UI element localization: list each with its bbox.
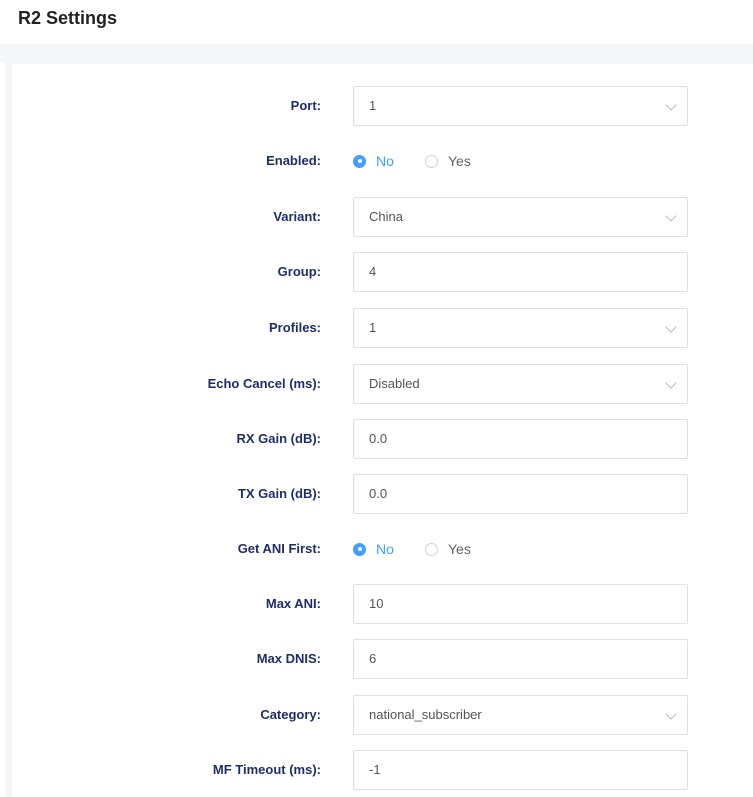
get-ani-first-radio-no-label: No bbox=[376, 541, 394, 557]
form-row-max-ani: Max ANI: 10 bbox=[12, 584, 753, 624]
form-row-max-dnis: Max DNIS: 6 bbox=[12, 639, 753, 679]
enabled-radio-no[interactable]: No bbox=[353, 141, 394, 181]
radio-unchecked-icon bbox=[425, 542, 438, 556]
form-row-get-ani-first: Get ANI First: No Yes bbox=[12, 529, 753, 569]
enabled-label: Enabled: bbox=[266, 153, 321, 168]
mf-timeout-value: -1 bbox=[369, 762, 381, 777]
max-ani-value: 10 bbox=[369, 596, 384, 611]
max-ani-input[interactable]: 10 bbox=[353, 584, 688, 624]
chevron-down-icon bbox=[665, 708, 677, 720]
group-label: Group: bbox=[277, 264, 321, 279]
chevron-down-icon bbox=[665, 99, 677, 111]
settings-panel: Port: 1 Enabled: No Yes Variant: China G bbox=[12, 64, 753, 797]
chevron-down-icon bbox=[665, 377, 677, 389]
chevron-down-icon bbox=[665, 321, 677, 333]
enabled-radio-no-label: No bbox=[376, 153, 394, 169]
variant-select[interactable]: China bbox=[353, 197, 688, 237]
left-edge bbox=[0, 62, 5, 797]
form-row-mf-timeout: MF Timeout (ms): -1 bbox=[12, 750, 753, 790]
form-row-tx-gain: TX Gain (dB): 0.0 bbox=[12, 474, 753, 514]
form-row-port: Port: 1 bbox=[12, 86, 753, 126]
profiles-label: Profiles: bbox=[268, 320, 321, 335]
tx-gain-input[interactable]: 0.0 bbox=[353, 474, 688, 514]
get-ani-first-label: Get ANI First: bbox=[237, 541, 321, 556]
form-row-rx-gain: RX Gain (dB): 0.0 bbox=[12, 419, 753, 459]
chevron-down-icon bbox=[665, 210, 677, 222]
get-ani-first-radio-yes-label: Yes bbox=[448, 541, 471, 557]
echo-cancel-value: Disabled bbox=[369, 376, 420, 391]
variant-value: China bbox=[369, 209, 403, 224]
echo-cancel-label: Echo Cancel (ms): bbox=[207, 376, 321, 391]
rx-gain-label: RX Gain (dB): bbox=[236, 431, 322, 446]
form-row-category: Category: national_subscriber bbox=[12, 695, 753, 735]
max-dnis-input[interactable]: 6 bbox=[353, 639, 688, 679]
form-row-echo-cancel: Echo Cancel (ms): Disabled bbox=[12, 364, 753, 404]
category-value: national_subscriber bbox=[369, 707, 482, 722]
form-row-group: Group: 4 bbox=[12, 252, 753, 292]
port-label: Port: bbox=[290, 98, 321, 113]
profiles-select[interactable]: 1 bbox=[353, 308, 688, 348]
get-ani-first-radio-yes[interactable]: Yes bbox=[425, 529, 471, 569]
tx-gain-label: TX Gain (dB): bbox=[237, 486, 321, 501]
profiles-value: 1 bbox=[369, 320, 377, 335]
enabled-radio-yes-label: Yes bbox=[448, 153, 471, 169]
category-label: Category: bbox=[260, 707, 321, 722]
group-value: 4 bbox=[369, 264, 377, 279]
port-value: 1 bbox=[369, 98, 377, 113]
port-select[interactable]: 1 bbox=[353, 86, 688, 126]
rx-gain-input[interactable]: 0.0 bbox=[353, 419, 688, 459]
form-row-profiles: Profiles: 1 bbox=[12, 308, 753, 348]
form-row-enabled: Enabled: No Yes bbox=[12, 141, 753, 181]
rx-gain-value: 0.0 bbox=[369, 431, 388, 446]
mf-timeout-input[interactable]: -1 bbox=[353, 750, 688, 790]
get-ani-first-radio-no[interactable]: No bbox=[353, 529, 394, 569]
variant-label: Variant: bbox=[273, 209, 321, 224]
tx-gain-value: 0.0 bbox=[369, 486, 388, 501]
form-row-variant: Variant: China bbox=[12, 197, 753, 237]
max-ani-label: Max ANI: bbox=[265, 596, 321, 611]
max-dnis-value: 6 bbox=[369, 651, 377, 666]
mf-timeout-label: MF Timeout (ms): bbox=[212, 762, 321, 777]
radio-checked-icon bbox=[353, 542, 366, 556]
max-dnis-label: Max DNIS: bbox=[256, 651, 321, 666]
echo-cancel-select[interactable]: Disabled bbox=[353, 364, 688, 404]
group-input[interactable]: 4 bbox=[353, 252, 688, 292]
page-title: R2 Settings bbox=[18, 8, 118, 28]
enabled-radio-yes[interactable]: Yes bbox=[425, 141, 471, 181]
page-header: R2 Settings bbox=[0, 0, 753, 44]
category-select[interactable]: national_subscriber bbox=[353, 695, 688, 735]
radio-unchecked-icon bbox=[425, 154, 438, 168]
radio-checked-icon bbox=[353, 154, 366, 168]
